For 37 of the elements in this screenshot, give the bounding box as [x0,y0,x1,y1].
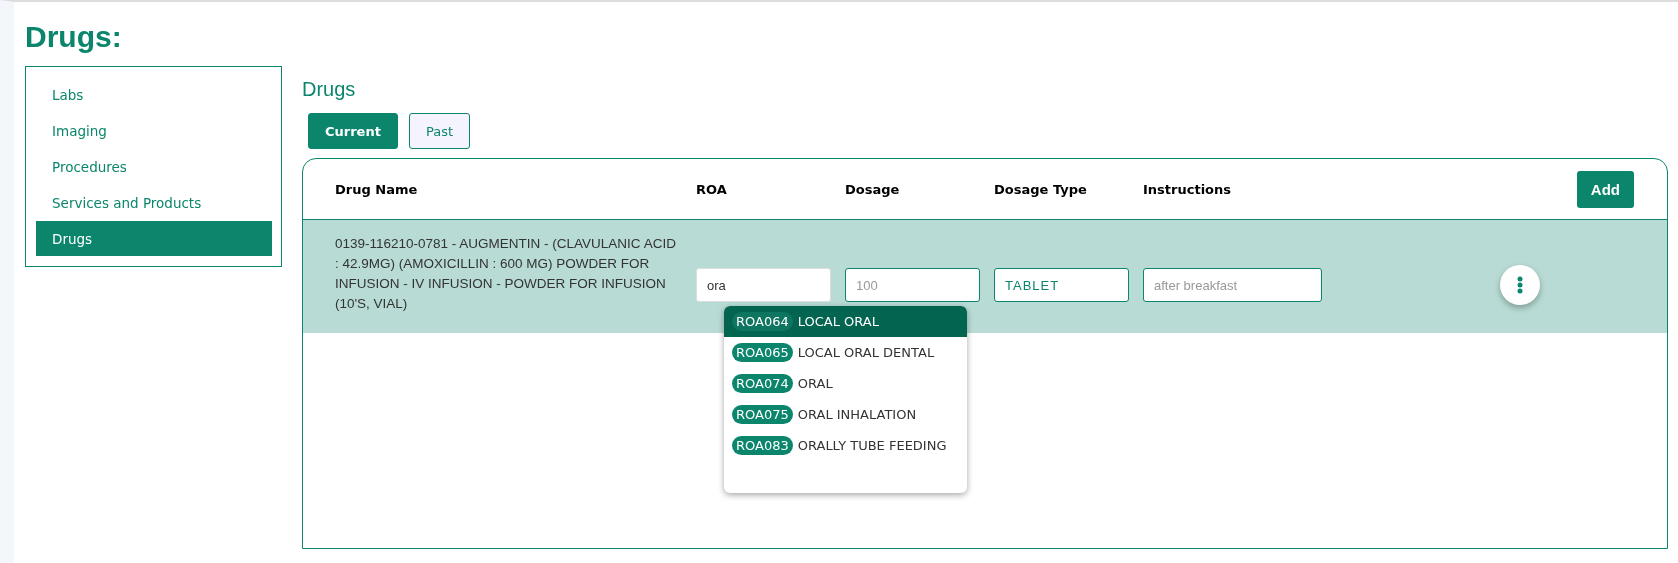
sidebar-item[interactable]: Drugs [36,221,272,256]
add-button[interactable]: Add [1576,170,1634,208]
dropdown-option[interactable]: ROA065 LOCAL ORAL DENTAL [724,337,967,368]
dropdown-option[interactable]: ROA074 ORAL [724,368,967,399]
option-label: LOCAL ORAL DENTAL [797,345,935,360]
page-title: Drugs: [25,20,123,54]
code-badge: ROA075 [732,405,793,424]
roa-field[interactable]: ora [696,268,831,302]
tab[interactable]: Past [408,113,470,149]
option-label: LOCAL ORAL [797,314,879,329]
sidebar-item[interactable]: Labs [36,77,272,112]
dropdown-option[interactable]: ROA083 ORALLY TUBE FEEDING [724,430,967,461]
code-badge: ROA065 [732,343,793,362]
dosage-type-field[interactable]: TABLET [994,268,1129,302]
column-header: Instructions [1143,181,1231,197]
instructions-field[interactable]: after breakfast [1143,268,1322,302]
sidebar-item[interactable]: Imaging [36,113,272,148]
option-label: ORAL [797,376,833,391]
drug-name: 0139-116210-0781 - AUGMENTIN - (CLAVULANIC ACID : 42.9MG) (AMOXICILLIN : 600 MG) POWDER FOR INFUSION - IV INFUSION - POWDER FOR INFUSION (10'S, VIAL) [335,235,677,313]
sidebar-item[interactable]: Procedures [36,149,272,184]
code-badge: ROA074 [732,374,793,393]
tab[interactable]: Current [308,113,398,149]
sidebar-item[interactable]: Services and Products [36,185,272,220]
more-button[interactable] [1500,265,1540,305]
dropdown-option[interactable]: ROA075 ORAL INHALATION [724,399,967,430]
code-badge: ROA083 [732,436,793,455]
code-badge: ROA064 [732,312,793,331]
more-icon [1517,276,1523,294]
option-label: ORAL INHALATION [797,407,917,422]
option-label: ORALLY TUBE FEEDING [797,438,947,453]
section-title: Drugs [302,78,357,101]
column-header: Dosage Type [994,181,1087,197]
dosage-field[interactable]: 100 [845,268,980,302]
column-header: Dosage [845,181,900,197]
dropdown-option[interactable]: ROA064 LOCAL ORAL [724,306,967,337]
column-header: Drug Name [335,181,418,197]
column-header: ROA [696,181,727,197]
